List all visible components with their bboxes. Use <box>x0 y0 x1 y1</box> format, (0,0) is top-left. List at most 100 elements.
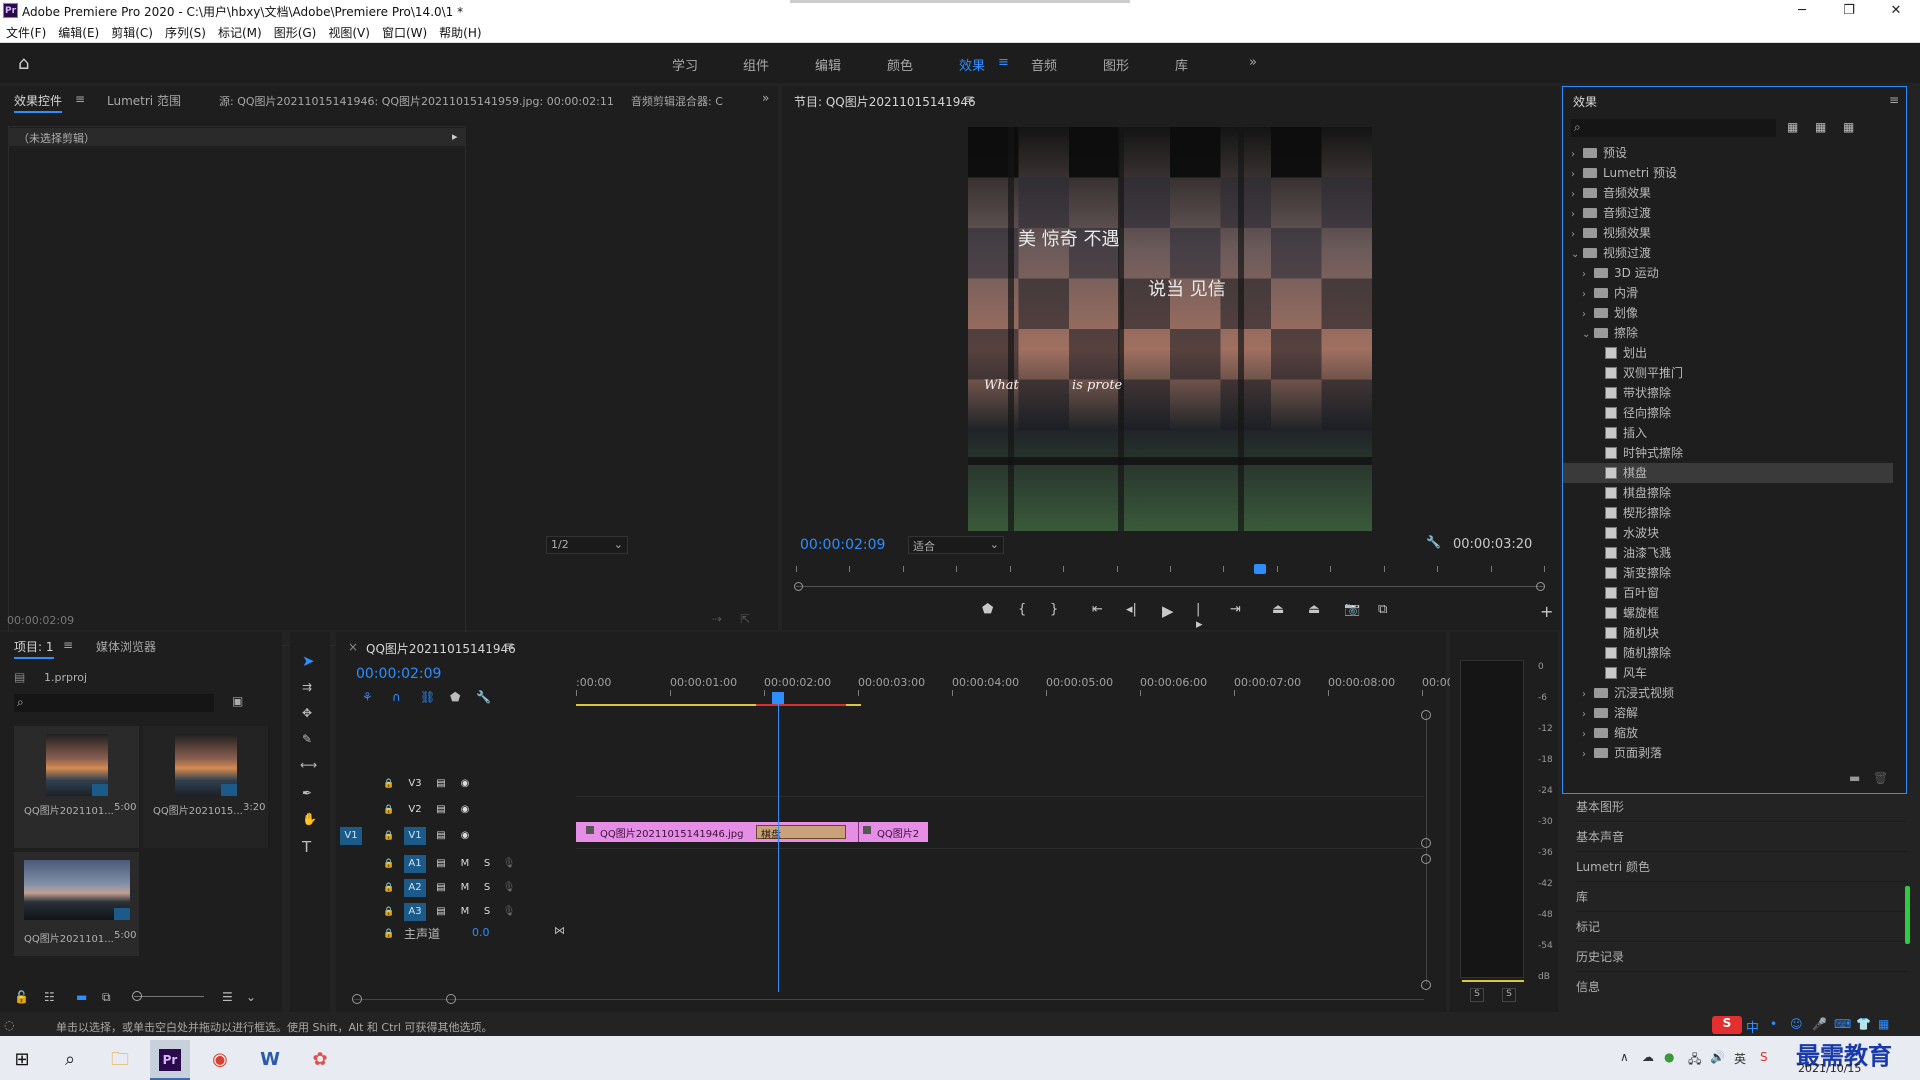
effect-folder[interactable]: › 溶解 <box>1563 703 1893 723</box>
chrome-icon[interactable]: ◉ <box>200 1040 240 1080</box>
effect-folder[interactable]: › 预设 <box>1563 143 1893 163</box>
premiere-taskbar-icon[interactable]: Pr <box>150 1040 190 1080</box>
effect-folder[interactable]: › 沉浸式视频 <box>1563 683 1893 703</box>
minimize-button[interactable]: ─ <box>1782 1 1822 21</box>
effect-item[interactable]: 随机擦除 <box>1563 643 1893 663</box>
lock-icon[interactable]: 🔒 <box>378 801 400 819</box>
panel-history[interactable]: 历史记录 <box>1576 948 1906 972</box>
ime-keyboard-icon[interactable]: ⌨ <box>1834 1017 1851 1031</box>
zoom-slider[interactable] <box>134 996 204 997</box>
effect-folder[interactable]: ⌄ 视频过渡 <box>1563 243 1893 263</box>
sort-icon[interactable]: ☰ <box>222 990 233 1004</box>
project-menu-icon[interactable]: ≡ <box>63 638 73 652</box>
sync-lock-icon[interactable]: ▤ <box>430 775 452 793</box>
sogou-ime-icon[interactable]: S <box>1712 1016 1742 1034</box>
timeline-timecode[interactable]: 00:00:02:09 <box>356 666 441 682</box>
track-target-v2[interactable]: V2 <box>404 801 426 819</box>
zoom-slider-handle[interactable] <box>132 991 142 1001</box>
effect-item[interactable]: 楔形擦除 <box>1563 503 1893 523</box>
filter-icon[interactable]: ⇢ <box>712 612 722 626</box>
track-target-a2[interactable]: A2 <box>404 879 426 897</box>
effect-item[interactable]: 风车 <box>1563 663 1893 683</box>
workspace-audio[interactable]: 音频 <box>1031 55 1057 74</box>
horizontal-scrollbar[interactable] <box>354 999 1424 1000</box>
wrench-icon[interactable]: 🔧 <box>1426 535 1441 549</box>
pen-tool-icon[interactable]: ✒ <box>302 786 312 800</box>
menu-graphics[interactable]: 图形(G) <box>268 21 323 41</box>
add-button-icon[interactable]: + <box>1540 602 1553 621</box>
panel-essential-sound[interactable]: 基本声音 <box>1576 828 1906 852</box>
project-search-input[interactable]: ⌕ <box>14 694 214 712</box>
effect-item[interactable]: 插入 <box>1563 423 1893 443</box>
chevron-right-icon[interactable]: › <box>1571 205 1583 225</box>
program-menu-icon[interactable]: ≡ <box>964 92 974 106</box>
zoom-handle-left[interactable] <box>794 582 803 591</box>
effect-item[interactable]: 水波块 <box>1563 523 1893 543</box>
effect-item[interactable]: 棋盘擦除 <box>1563 483 1893 503</box>
play-icon[interactable]: ▶ <box>1162 602 1174 620</box>
sync-lock-icon[interactable]: ▤ <box>430 827 452 845</box>
project-item-1[interactable]: QQ图片2021101... 5:00 <box>14 726 139 848</box>
list-view-icon[interactable]: ☷ <box>44 990 55 1004</box>
icon-view-icon[interactable]: ▬ <box>76 990 87 1004</box>
program-ruler[interactable] <box>796 564 1545 574</box>
mark-in-icon[interactable]: { <box>1018 602 1026 617</box>
tab-project[interactable]: 项目: 1 <box>14 638 54 659</box>
ripple-edit-tool-icon[interactable]: ✥ <box>302 706 312 720</box>
maximize-button[interactable]: ❐ <box>1829 1 1869 21</box>
camera-icon[interactable]: 📷 <box>1344 602 1360 617</box>
chevron-right-icon[interactable]: › <box>1582 305 1594 325</box>
zoom-scrollbar[interactable] <box>796 586 1544 587</box>
mute-button[interactable]: M <box>454 879 476 897</box>
solo-left-button[interactable]: S <box>1470 988 1484 1002</box>
menu-window[interactable]: 窗口(W) <box>376 21 433 41</box>
go-to-in-icon[interactable]: ⇤ <box>1092 602 1103 617</box>
ime-mode[interactable]: 中 <box>1746 1017 1759 1036</box>
tab-lumetri-scopes[interactable]: Lumetri 范围 <box>107 92 181 109</box>
source-patch-v1[interactable]: V1 <box>340 827 362 845</box>
32bit-effects-icon[interactable]: ▦ <box>1815 120 1826 134</box>
tab-program[interactable]: 节目: QQ图片20211015141946 <box>794 93 976 110</box>
comparison-view-icon[interactable]: ⧉ <box>1378 602 1387 617</box>
tray-app-icon[interactable]: ● <box>1664 1050 1674 1064</box>
project-item-2[interactable]: QQ图片2021015... 3:20 <box>143 726 268 848</box>
effect-item[interactable]: 双侧平推门 <box>1563 363 1893 383</box>
word-icon[interactable]: W <box>250 1040 290 1080</box>
close-button[interactable]: ✕ <box>1876 1 1916 21</box>
vertical-scrollbar[interactable] <box>1426 714 1427 984</box>
solo-button[interactable]: S <box>476 903 498 921</box>
timeline-settings-icon[interactable]: 🔧 <box>476 690 491 704</box>
lock-icon[interactable]: 🔒 <box>378 775 400 793</box>
effect-folder[interactable]: › 3D 运动 <box>1563 263 1893 283</box>
new-bin-icon[interactable]: ▬ <box>1849 771 1860 785</box>
zoom-handle-right[interactable] <box>1536 582 1545 591</box>
v-scroll-handle[interactable] <box>1421 838 1431 848</box>
effect-folder[interactable]: › Lumetri 预设 <box>1563 163 1893 183</box>
effect-folder[interactable]: › 音频过渡 <box>1563 203 1893 223</box>
lock-icon[interactable]: 🔒 <box>378 903 400 921</box>
slip-tool-icon[interactable]: ⟷ <box>300 758 317 772</box>
yuv-effects-icon[interactable]: ▦ <box>1843 120 1854 134</box>
v-scroll-handle[interactable] <box>1421 980 1431 990</box>
panel-info[interactable]: 信息 <box>1576 978 1906 1002</box>
menu-file[interactable]: 文件(F) <box>0 21 52 41</box>
mark-out-icon[interactable]: } <box>1050 602 1058 617</box>
overflow-chevron-icon[interactable]: » <box>762 91 769 105</box>
export-icon[interactable]: ⇱ <box>740 612 750 626</box>
program-playhead[interactable] <box>1253 564 1266 574</box>
file-explorer-icon[interactable]: 🗀 <box>100 1040 140 1080</box>
effect-folder[interactable]: › 音频效果 <box>1563 183 1893 203</box>
tray-sogou-icon[interactable]: S <box>1760 1050 1768 1064</box>
effect-folder[interactable]: › 划像 <box>1563 303 1893 323</box>
ime-punct-icon[interactable]: • <box>1770 1017 1777 1031</box>
chevron-right-icon[interactable]: › <box>1582 685 1594 705</box>
eye-icon[interactable]: ◉ <box>454 775 476 793</box>
track-target-v1[interactable]: V1 <box>404 827 426 845</box>
effect-folder[interactable]: › 缩放 <box>1563 723 1893 743</box>
solo-button[interactable]: S <box>476 855 498 873</box>
checkerboard-transition[interactable]: 棋盘 <box>756 825 846 841</box>
workspace-learn[interactable]: 学习 <box>672 55 698 74</box>
workspace-assembly[interactable]: 组件 <box>743 55 769 74</box>
chevron-right-icon[interactable]: › <box>1582 265 1594 285</box>
mute-button[interactable]: M <box>454 855 476 873</box>
